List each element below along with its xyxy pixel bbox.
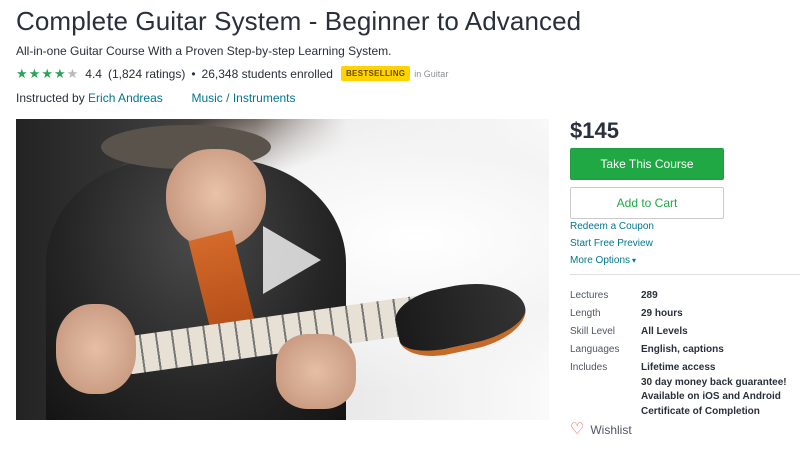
detail-row-includes: Includes Lifetime access 30 day money ba… [570, 358, 800, 419]
instructed-by-label: Instructed by [16, 91, 85, 105]
detail-value: English, captions [641, 343, 724, 355]
detail-label: Languages [570, 343, 620, 355]
detail-row-languages: Languages English, captions [570, 340, 800, 358]
video-thumbnail-hand [276, 334, 356, 409]
course-price: $145 [570, 118, 619, 143]
detail-value: All Levels [641, 325, 688, 337]
course-details: Lectures 289 Length 29 hours Skill Level… [570, 286, 800, 419]
caret-down-icon: ▾ [632, 256, 637, 265]
wishlist-label: Wishlist [590, 423, 632, 437]
free-preview-link[interactable]: Start Free Preview [570, 238, 653, 249]
breadcrumb-separator: / [226, 91, 230, 105]
ratings-count[interactable]: (1,824 ratings) [108, 67, 185, 81]
take-course-button[interactable]: Take This Course [570, 148, 724, 180]
includes-list: Lifetime access 30 day money back guaran… [641, 358, 787, 419]
students-enrolled: 26,348 students enrolled [201, 66, 333, 81]
rating-stars: ★ ★ ★ ★ ★ [16, 67, 79, 80]
rating-row: ★ ★ ★ ★ ★ 4.4 (1,824 ratings) • 26,348 s… [16, 66, 448, 81]
detail-row-skill-level: Skill Level All Levels [570, 322, 800, 340]
includes-item: Available on iOS and Android [641, 391, 781, 402]
star-icon: ★ [53, 66, 66, 81]
star-icon: ★ [28, 66, 41, 81]
instructor-link[interactable]: Erich Andreas [88, 91, 163, 105]
detail-value: 289 [641, 289, 658, 301]
play-button[interactable] [231, 211, 331, 311]
course-title: Complete Guitar System - Beginner to Adv… [16, 6, 582, 36]
includes-item: Certificate of Completion [641, 405, 760, 417]
rating-value: 4.4 [85, 66, 102, 81]
detail-label: Length [570, 307, 601, 319]
detail-value: 29 hours [641, 307, 683, 319]
includes-item: Lifetime access [641, 362, 716, 373]
bestselling-badge: BESTSELLING [340, 66, 411, 81]
breadcrumb-music[interactable]: Music [191, 91, 222, 105]
video-thumbnail-hand-left [56, 304, 136, 394]
play-icon [263, 226, 321, 294]
separator-dot: • [191, 66, 196, 81]
heart-icon: ♡ [570, 421, 585, 438]
course-preview-video[interactable] [16, 119, 549, 420]
detail-label: Lectures [570, 289, 609, 301]
detail-row-lectures: Lectures 289 [570, 286, 800, 304]
detail-label: Includes [570, 362, 608, 373]
more-options-label: More Options [570, 255, 631, 266]
badge-category: in Guitar [414, 68, 449, 79]
detail-row-length: Length 29 hours [570, 304, 800, 322]
video-thumbnail-guitar-head [390, 272, 532, 364]
breadcrumb-instruments[interactable]: Instruments [233, 91, 296, 105]
more-options-link[interactable]: More Options ▾ [570, 255, 636, 266]
star-half-icon: ★ [66, 66, 79, 81]
detail-label: Skill Level [570, 325, 616, 337]
includes-item: 30 day money back guarantee! [641, 376, 787, 388]
star-icon: ★ [41, 66, 53, 81]
redeem-coupon-link[interactable]: Redeem a Coupon [570, 221, 654, 232]
course-subtitle: All-in-one Guitar Course With a Proven S… [16, 44, 392, 58]
star-icon: ★ [16, 66, 28, 81]
divider [570, 274, 800, 275]
wishlist-button[interactable]: ♡ Wishlist [570, 422, 632, 438]
add-to-cart-button[interactable]: Add to Cart [570, 187, 724, 219]
instructor-row: Instructed by Erich Andreas Music / Inst… [16, 91, 296, 105]
